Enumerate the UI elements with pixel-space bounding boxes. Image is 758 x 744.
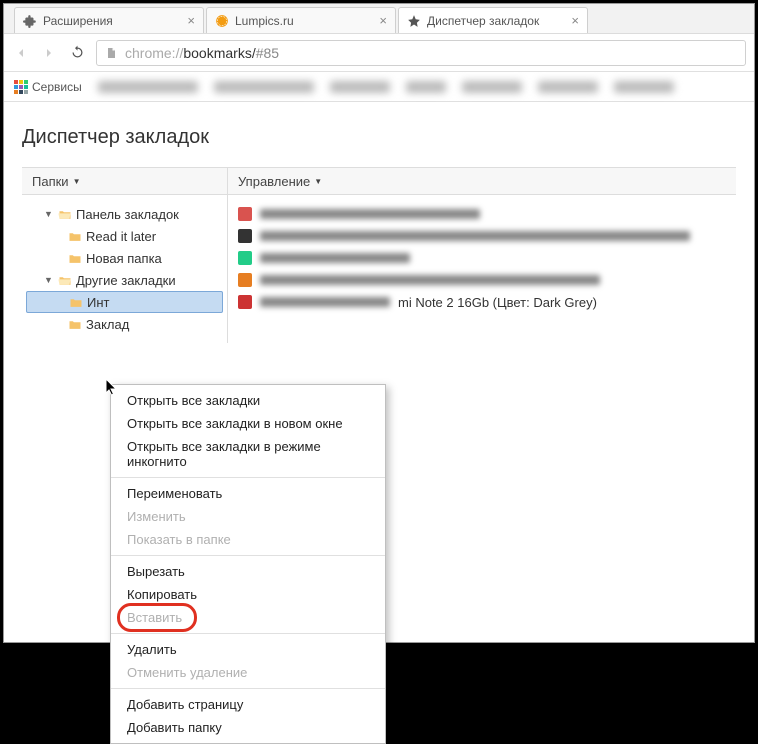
url-fragment: #85 xyxy=(256,45,279,61)
cm-add-page[interactable]: Добавить страницу xyxy=(111,693,385,716)
tree-label: Другие закладки xyxy=(76,273,176,288)
bookmark-item[interactable] xyxy=(98,81,198,93)
bookmark-item[interactable] xyxy=(538,81,598,93)
bookmark-item[interactable] xyxy=(214,81,314,93)
tree-other-bookmarks[interactable]: ▼ Другие закладки xyxy=(22,269,227,291)
puzzle-icon xyxy=(23,14,37,28)
bookmarks-bar: Сервисы xyxy=(4,72,754,102)
bookmark-item[interactable] xyxy=(406,81,446,93)
list-item[interactable] xyxy=(238,269,726,291)
folder-icon xyxy=(68,253,82,264)
folders-label: Папки xyxy=(32,174,69,189)
separator xyxy=(111,555,385,556)
folders-menu[interactable]: Папки ▼ xyxy=(22,168,228,194)
tree-label: Заклад xyxy=(86,317,129,332)
tree-bookmarks-bar[interactable]: ▼ Панель закладок xyxy=(22,203,227,225)
tree-label: Панель закладок xyxy=(76,207,179,222)
separator xyxy=(111,633,385,634)
manage-menu[interactable]: Управление ▼ xyxy=(228,168,332,194)
bookmark-title xyxy=(260,275,600,285)
favicon xyxy=(238,295,252,309)
apps-icon xyxy=(14,80,28,94)
close-icon[interactable]: × xyxy=(187,13,195,28)
url-path: bookmarks/ xyxy=(183,45,255,61)
tree-label: Инт xyxy=(87,295,109,310)
bookmark-title xyxy=(260,253,410,263)
address-bar[interactable]: chrome://bookmarks/#85 xyxy=(96,40,746,66)
bookmark-title xyxy=(260,297,390,307)
tree-label: Read it later xyxy=(86,229,156,244)
bookmark-item[interactable] xyxy=(462,81,522,93)
tree-read-later[interactable]: Read it later xyxy=(22,225,227,247)
folder-open-icon xyxy=(58,275,72,286)
cm-open-all-new-window[interactable]: Открыть все закладки в новом окне xyxy=(111,412,385,435)
favicon xyxy=(238,207,252,221)
apps-label: Сервисы xyxy=(32,80,82,94)
close-icon[interactable]: × xyxy=(379,13,387,28)
separator xyxy=(111,477,385,478)
tree-selected-folder[interactable]: Инт xyxy=(26,291,223,313)
cm-rename[interactable]: Переименовать xyxy=(111,482,385,505)
cursor-icon xyxy=(105,378,121,398)
list-item[interactable]: mi Note 2 16Gb (Цвет: Dark Grey) xyxy=(238,291,726,313)
orange-icon xyxy=(215,14,229,28)
favicon xyxy=(238,273,252,287)
favicon xyxy=(238,251,252,265)
page-icon xyxy=(105,46,119,60)
tab-lumpics[interactable]: Lumpics.ru × xyxy=(206,7,396,33)
url-protocol: chrome:// xyxy=(125,45,183,61)
bookmark-title xyxy=(260,209,480,219)
star-icon xyxy=(407,14,421,28)
tab-strip: Расширения × Lumpics.ru × Диспетчер закл… xyxy=(4,4,754,34)
highlight-circle: Удалить xyxy=(117,603,197,632)
folder-icon xyxy=(69,297,83,308)
tab-title: Расширения xyxy=(43,14,183,28)
folder-icon xyxy=(68,319,82,330)
tree-new-folder[interactable]: Новая папка xyxy=(22,247,227,269)
back-button[interactable] xyxy=(12,44,30,62)
tab-extensions[interactable]: Расширения × xyxy=(14,7,204,33)
cm-delete[interactable]: Удалить xyxy=(111,638,385,661)
cm-open-all[interactable]: Открыть все закладки xyxy=(111,389,385,412)
cm-edit: Изменить xyxy=(111,505,385,528)
context-menu: Открыть все закладки Открыть все закладк… xyxy=(110,384,386,744)
bookmark-title xyxy=(260,231,690,241)
bookmark-title-visible: mi Note 2 16Gb (Цвет: Dark Grey) xyxy=(398,295,597,310)
bookmark-list: mi Note 2 16Gb (Цвет: Dark Grey) xyxy=(228,195,736,343)
twisty-open-icon: ▼ xyxy=(44,275,54,285)
list-item[interactable] xyxy=(238,225,726,247)
folder-icon xyxy=(68,231,82,242)
tree-label: Новая папка xyxy=(86,251,162,266)
favicon xyxy=(238,229,252,243)
twisty-open-icon: ▼ xyxy=(44,209,54,219)
cm-open-all-incognito[interactable]: Открыть все закладки в режиме инкогнито xyxy=(111,435,385,473)
forward-button[interactable] xyxy=(40,44,58,62)
cm-cut[interactable]: Вырезать xyxy=(111,560,385,583)
bookmark-item[interactable] xyxy=(330,81,390,93)
reload-button[interactable] xyxy=(68,44,86,62)
cm-add-folder[interactable]: Добавить папку xyxy=(111,716,385,739)
chevron-down-icon: ▼ xyxy=(314,177,322,186)
apps-shortcut[interactable]: Сервисы xyxy=(14,80,82,94)
bookmark-item[interactable] xyxy=(614,81,674,93)
columns-header: Папки ▼ Управление ▼ xyxy=(22,167,736,195)
cm-show-in-folder: Показать в папке xyxy=(111,528,385,551)
bookmarks-manager-page: Диспетчер закладок Папки ▼ Управление ▼ … xyxy=(4,102,754,642)
tab-bookmarks-manager[interactable]: Диспетчер закладок × xyxy=(398,7,588,33)
separator xyxy=(111,688,385,689)
page-title: Диспетчер закладок xyxy=(22,126,736,149)
chevron-down-icon: ▼ xyxy=(73,177,81,186)
toolbar: chrome://bookmarks/#85 xyxy=(4,34,754,72)
cm-undo-delete: Отменить удаление xyxy=(111,661,385,684)
tab-title: Диспетчер закладок xyxy=(427,14,567,28)
manage-label: Управление xyxy=(238,174,310,189)
list-item[interactable] xyxy=(238,247,726,269)
tree-bookmarks-sub[interactable]: Заклад xyxy=(22,313,227,335)
list-item[interactable] xyxy=(238,203,726,225)
content-row: ▼ Панель закладок Read it later Новая па… xyxy=(22,195,736,343)
tab-title: Lumpics.ru xyxy=(235,14,375,28)
folder-tree: ▼ Панель закладок Read it later Новая па… xyxy=(22,195,228,343)
folder-open-icon xyxy=(58,209,72,220)
close-icon[interactable]: × xyxy=(571,13,579,28)
